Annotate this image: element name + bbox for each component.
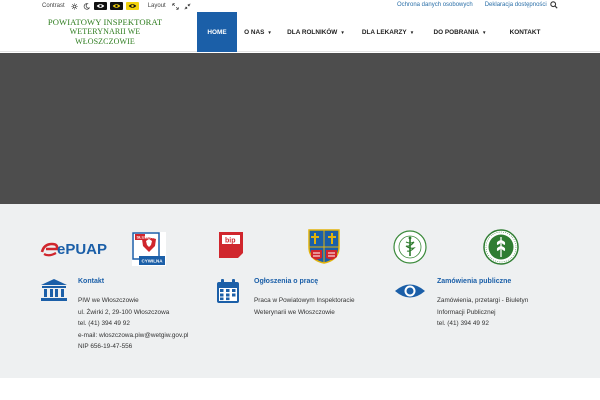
tenders-line: Zamówienia, przetargi - Biuletyn xyxy=(437,297,529,304)
nav-dla-lekarzy-label: DLA LEKARZY xyxy=(361,28,407,36)
jobs-details: Praca w Powiatowym Inspektoracie Weteryn… xyxy=(254,295,355,318)
nav-do-pobrania-label: DO POBRANIA xyxy=(433,28,479,36)
nav-kontakt-label: KONTAKT xyxy=(509,28,541,36)
tenders-line: Informacji Publicznej xyxy=(437,308,496,316)
tenders-title[interactable]: Zamówienia publiczne xyxy=(437,278,511,285)
caret-down-icon: ▼ xyxy=(267,29,272,35)
nav-do-pobrania[interactable]: DO POBRANIA ▼ xyxy=(423,12,497,52)
moon-icon[interactable] xyxy=(82,2,91,10)
contact-line: ul. Żwirki 2, 29-100 Włoszczowa xyxy=(78,308,170,316)
nav-home[interactable]: HOME xyxy=(197,12,237,52)
nav-dla-rolnikow-label: DLA ROLNIKÓW xyxy=(287,28,338,36)
civil-service-logo[interactable]: SŁUŻBA CYWILNA xyxy=(132,232,166,266)
veterinary-seal-logo[interactable] xyxy=(392,229,428,265)
bip-logo[interactable]: bip xyxy=(216,230,246,260)
coat-of-arms-logo[interactable] xyxy=(305,227,343,265)
jobs-title[interactable]: Ogłoszenia o pracę xyxy=(254,278,318,285)
contact-details: PIW we Włoszczowie ul. Żwirki 2, 29-100 … xyxy=(78,295,188,353)
partner-logos: ePUAP SŁUŻBA CYWILNA bip xyxy=(0,224,600,274)
eye-icon[interactable] xyxy=(125,2,139,10)
contact-line: PIW we Włoszczowie xyxy=(78,297,139,304)
jobs-line: Weterynarii we Włoszczowie xyxy=(254,308,335,316)
sluzba-line-2: CYWILNA xyxy=(142,259,164,264)
footer: ePUAP SŁUŻBA CYWILNA bip Kontakt PIW we … xyxy=(0,204,600,378)
logo-line-2: WETERYNARII WE WŁOSZCZOWIE xyxy=(69,27,141,46)
accessibility-statement-link[interactable]: Deklaracja dostępności xyxy=(485,2,547,8)
epuap-text: ePUAP xyxy=(57,241,107,258)
eye-icon[interactable] xyxy=(109,2,123,10)
sun-icon[interactable] xyxy=(70,2,79,10)
nav-o-nas-label: O NAS xyxy=(244,28,265,36)
jobs-line: Praca w Powiatowym Inspektoracie xyxy=(254,297,355,304)
page: Contrast Layout Ochrona danych osobowych… xyxy=(0,0,600,400)
accessibility-controls: Contrast Layout xyxy=(42,2,192,10)
hero-banner xyxy=(0,53,600,204)
expand-icon[interactable] xyxy=(171,2,180,10)
nav-home-label: HOME xyxy=(207,28,227,36)
top-links: Ochrona danych osobowych Deklaracja dost… xyxy=(397,2,547,8)
contact-line: tel. (41) 394 49 92 xyxy=(78,320,130,328)
search-icon[interactable] xyxy=(550,1,558,11)
sluzba-line-1: SŁUŻBA xyxy=(137,235,153,240)
site-header: POWIATOWY INSPEKTORAT WETERYNARII WE WŁO… xyxy=(0,12,600,52)
tenders-line: tel. (41) 394 49 92 xyxy=(437,320,489,328)
nav-dla-rolnikow[interactable]: DLA ROLNIKÓW ▼ xyxy=(279,12,353,52)
privacy-link[interactable]: Ochrona danych osobowych xyxy=(397,2,473,8)
bottom-strip xyxy=(0,378,600,400)
caret-down-icon: ▼ xyxy=(340,29,345,35)
nav-kontakt[interactable]: KONTAKT xyxy=(497,12,553,52)
tenders-details: Zamówienia, przetargi - Biuletyn Informa… xyxy=(437,295,528,330)
contact-email[interactable]: e-mail: wloszczowa.piw@wetgiw.gov.pl xyxy=(78,330,188,342)
bip-text: bip xyxy=(225,238,236,245)
epuap-logo[interactable]: ePUAP xyxy=(40,238,116,258)
calendar-icon xyxy=(216,278,240,309)
logo-line-1: POWIATOWY INSPEKTORAT xyxy=(47,17,163,27)
collapse-icon[interactable] xyxy=(183,2,192,10)
contact-line: NIP 656-19-47-556 xyxy=(78,343,133,351)
contact-title[interactable]: Kontakt xyxy=(78,278,104,285)
accessibility-bar: Contrast Layout Ochrona danych osobowych… xyxy=(0,0,600,12)
contrast-label: Contrast xyxy=(42,3,65,9)
agriculture-logo[interactable] xyxy=(482,228,520,266)
site-logo[interactable]: POWIATOWY INSPEKTORAT WETERYNARII WE WŁO… xyxy=(40,17,170,47)
caret-down-icon: ▼ xyxy=(409,29,415,35)
eye-icon xyxy=(394,282,426,305)
main-nav: HOME O NAS ▼ DLA ROLNIKÓW ▼ DLA LEKARZY … xyxy=(197,12,553,52)
eye-icon[interactable] xyxy=(93,2,107,10)
layout-label: Layout xyxy=(147,3,166,9)
institution-icon xyxy=(40,278,68,307)
nav-dla-lekarzy[interactable]: DLA LEKARZY ▼ xyxy=(353,12,423,52)
caret-down-icon: ▼ xyxy=(481,29,487,35)
nav-o-nas[interactable]: O NAS ▼ xyxy=(237,12,279,52)
